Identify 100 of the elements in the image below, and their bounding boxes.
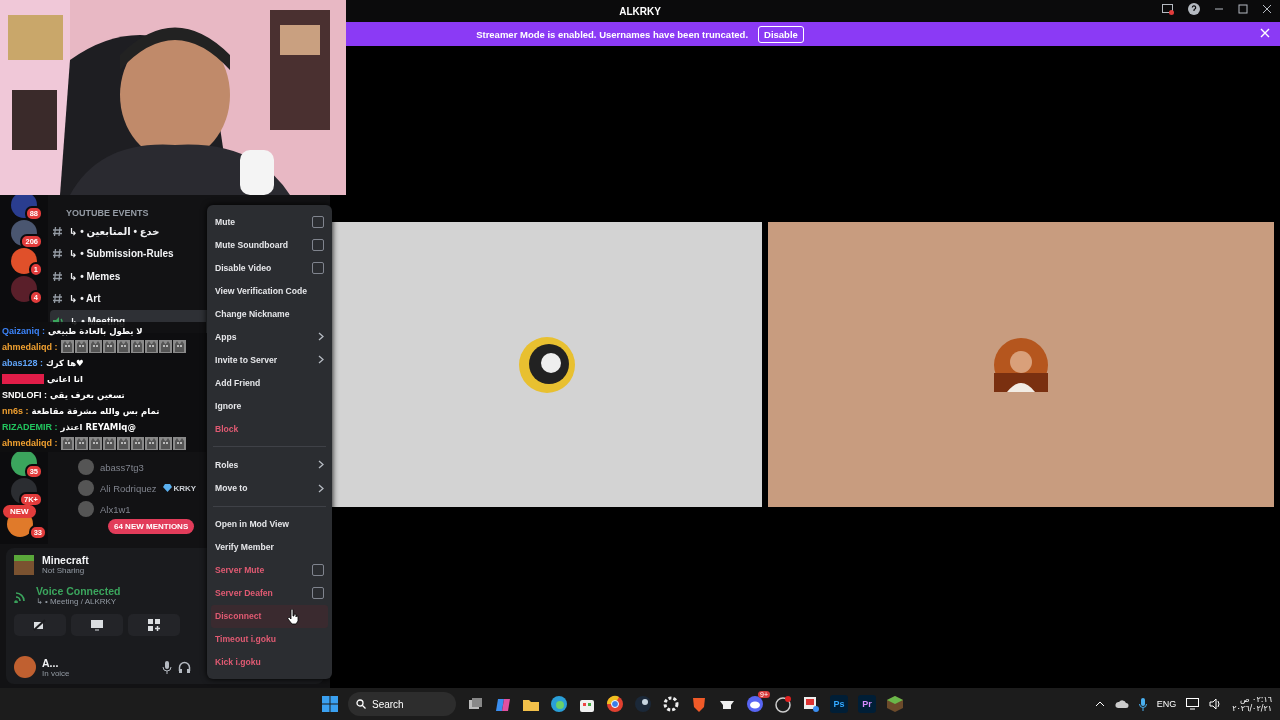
channel-name: ↳ • خدع • المتابعين: [69, 225, 160, 237]
camera-off-button[interactable]: [14, 614, 66, 636]
menu-item[interactable]: Apps: [211, 325, 328, 349]
activity-status: Not Sharing: [42, 566, 86, 575]
maximize-icon[interactable]: [1238, 4, 1248, 14]
member-name[interactable]: Ali Rodriquez: [100, 482, 157, 494]
browser-icon[interactable]: [550, 695, 568, 713]
activity-title: Minecraft: [42, 554, 89, 566]
menu-item[interactable]: Disconnect: [211, 604, 328, 628]
search-field[interactable]: Search: [348, 692, 456, 716]
menu-item[interactable]: Verify Member: [211, 535, 328, 559]
activities-button[interactable]: [128, 614, 180, 636]
menu-item[interactable]: Server Deafen: [211, 581, 328, 605]
grass-block-icon: [14, 554, 34, 575]
menu-item[interactable]: Add Friend: [211, 371, 328, 395]
emote-icon: [158, 436, 172, 450]
app-icon[interactable]: Ps: [830, 695, 848, 713]
voice-status: Voice Connected: [36, 585, 121, 597]
emote-icon: [60, 340, 74, 354]
avatar-icon: [78, 459, 94, 475]
menu-item[interactable]: Disable Video: [211, 256, 328, 280]
menu-item[interactable]: Kick i.goku: [211, 650, 328, 674]
member-name[interactable]: abass7tg3: [100, 461, 144, 473]
emote-icon: [88, 340, 102, 354]
emote-icon: [88, 436, 102, 450]
headphones-icon[interactable]: [178, 660, 191, 674]
checkbox[interactable]: [312, 587, 324, 600]
image-edit-icon[interactable]: [802, 695, 820, 713]
app-icon[interactable]: Pr: [858, 695, 876, 713]
shield-icon[interactable]: [690, 695, 708, 713]
menu-item[interactable]: Ignore: [211, 394, 328, 418]
screen-share-button[interactable]: [71, 614, 123, 636]
clock-time[interactable]: ٠٢:١٦ ص: [1239, 695, 1272, 704]
video-tile[interactable]: [332, 222, 762, 507]
chat-username: nn6s :: [2, 406, 29, 417]
microphone-icon[interactable]: [1138, 697, 1147, 711]
menu-item[interactable]: Invite to Server: [211, 348, 328, 372]
emote-icon: [102, 436, 116, 450]
member-name[interactable]: Alx1w1: [100, 503, 131, 515]
checkbox[interactable]: [312, 238, 324, 251]
chat-message: ♥ها كرك: [46, 357, 84, 368]
menu-item[interactable]: Roles: [211, 453, 328, 477]
emote-icon: [158, 340, 172, 354]
close-icon[interactable]: [1262, 4, 1272, 14]
speaker-icon[interactable]: [1209, 698, 1223, 710]
hash-icon: [52, 248, 63, 260]
menu-item[interactable]: View Verification Code: [211, 279, 328, 303]
checkbox[interactable]: [312, 215, 324, 228]
microphone-icon[interactable]: [162, 660, 172, 674]
chat-app-icon[interactable]: [746, 695, 764, 713]
avatar-icon: [78, 480, 94, 496]
voice-channel[interactable]: ↳ • Meeting / ALKRKY: [36, 597, 121, 606]
mentions-pill[interactable]: 64 NEW MENTIONS: [108, 518, 195, 534]
channel-name: ↳ • Memes: [69, 270, 121, 282]
screen-icon[interactable]: [1162, 3, 1174, 15]
disable-button[interactable]: Disable: [758, 25, 804, 43]
category-label[interactable]: YOUTUBE EVENTS: [66, 208, 149, 218]
window-title: ALKRKY: [619, 5, 661, 17]
emote-icon: [74, 340, 88, 354]
clock-date[interactable]: ٢٠٢٦/٠٢/٢١: [1232, 704, 1272, 713]
checkbox[interactable]: [312, 564, 324, 577]
menu-item[interactable]: Change Nickname: [211, 302, 328, 326]
hash-icon: [52, 270, 63, 282]
chevron-icon: [318, 355, 324, 365]
emote-icon: [144, 340, 158, 354]
help-icon[interactable]: [1188, 3, 1200, 15]
avatar-icon: [519, 336, 575, 393]
menu-item[interactable]: Server Mute: [211, 558, 328, 582]
browser-icon[interactable]: [606, 695, 624, 713]
emote-icon: [116, 436, 130, 450]
chevron-icon: [318, 332, 324, 342]
chat-message: انا اعاني: [47, 373, 83, 384]
hash-icon: [52, 293, 63, 305]
cloud-icon[interactable]: [1114, 699, 1129, 709]
member-tag: KRKY: [162, 483, 197, 493]
checkbox[interactable]: [312, 261, 324, 274]
language-indicator[interactable]: ENG: [1156, 699, 1177, 709]
hash-icon: [52, 225, 63, 237]
menu-item[interactable]: Timeout i.goku: [211, 627, 328, 651]
search-icon: [356, 699, 366, 709]
chat-username: Qaizaniq :: [2, 325, 45, 336]
chevron-icon: [318, 460, 324, 470]
video-tile[interactable]: [768, 222, 1274, 507]
monitor-icon[interactable]: [1186, 698, 1200, 710]
menu-item[interactable]: Block: [211, 417, 328, 441]
emote-icon: [172, 436, 186, 450]
avatar-icon[interactable]: [14, 656, 36, 678]
start-icon[interactable]: [322, 696, 338, 712]
menu-item[interactable]: Move to: [211, 476, 328, 500]
avatar-icon: [994, 337, 1048, 392]
game-launcher-icon[interactable]: [634, 695, 652, 713]
menu-item[interactable]: Mute Soundboard: [211, 233, 328, 257]
chat-message: لا يطول بالعادة طبيعي: [48, 325, 143, 336]
chat-message: @REYAMIq اعتذر: [60, 422, 136, 433]
grass-block-icon[interactable]: [886, 695, 904, 713]
channel-name: ↳ • Meeting: [70, 315, 126, 327]
menu-item[interactable]: Mute: [211, 210, 328, 234]
chevron-up-icon[interactable]: [1094, 700, 1105, 708]
menu-item[interactable]: Open in Mod View: [211, 512, 328, 536]
chat-username: ahmedaliqd :: [2, 341, 58, 352]
